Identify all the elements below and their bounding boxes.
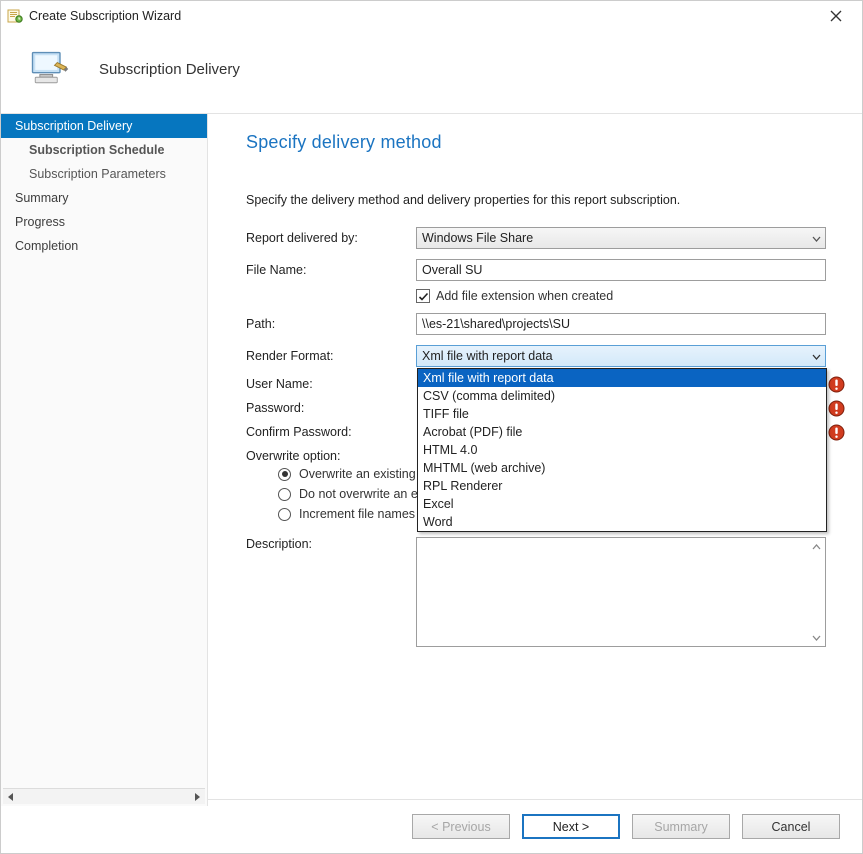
window-title: Create Subscription Wizard [29, 9, 818, 23]
step-completion[interactable]: Completion [1, 234, 207, 258]
close-icon [830, 10, 842, 22]
render-format-list: Xml file with report data CSV (comma del… [417, 368, 827, 532]
step-summary[interactable]: Summary [1, 186, 207, 210]
scroll-down-icon[interactable] [809, 630, 824, 645]
scroll-left-icon[interactable] [3, 790, 19, 804]
scroll-right-icon[interactable] [189, 790, 205, 804]
file-name-value: Overall SU [422, 263, 482, 277]
wizard-steps: Subscription Delivery Subscription Sched… [1, 114, 208, 806]
render-format-option[interactable]: Excel [418, 495, 826, 513]
label-description: Description: [246, 537, 416, 551]
summary-button: Summary [632, 814, 730, 839]
section-instructions: Specify the delivery method and delivery… [246, 193, 836, 207]
render-format-option[interactable]: Acrobat (PDF) file [418, 423, 826, 441]
check-icon [418, 291, 429, 302]
radio-overwrite-newer[interactable] [278, 468, 291, 481]
scroll-up-icon[interactable] [809, 539, 824, 554]
wizard-content: Specify delivery method Specify the deli… [208, 114, 862, 806]
add-extension-label: Add file extension when created [436, 289, 613, 303]
add-extension-checkbox[interactable] [416, 289, 430, 303]
step-subscription-schedule[interactable]: Subscription Schedule [1, 138, 207, 162]
cancel-button[interactable]: Cancel [742, 814, 840, 839]
wizard-icon [27, 47, 71, 91]
step-progress[interactable]: Progress [1, 210, 207, 234]
chevron-down-icon [812, 349, 821, 363]
label-user-name: User Name: [246, 377, 416, 391]
previous-button: < Previous [412, 814, 510, 839]
render-format-dropdown[interactable]: Xml file with report data Xml file with … [416, 345, 826, 367]
path-input[interactable]: \\es-21\shared\projects\SU [416, 313, 826, 335]
label-confirm-password: Confirm Password: [246, 425, 416, 439]
render-format-option[interactable]: CSV (comma delimited) [418, 387, 826, 405]
section-title: Specify delivery method [246, 132, 836, 153]
radio-no-overwrite[interactable] [278, 488, 291, 501]
radio-increment[interactable] [278, 508, 291, 521]
label-overwrite-option: Overwrite option: [246, 449, 340, 463]
render-format-option[interactable]: HTML 4.0 [418, 441, 826, 459]
wizard-header-title: Subscription Delivery [99, 61, 240, 78]
description-input[interactable] [416, 537, 826, 647]
chevron-down-icon [812, 231, 821, 245]
path-value: \\es-21\shared\projects\SU [422, 317, 570, 331]
file-name-input[interactable]: Overall SU [416, 259, 826, 281]
render-format-option[interactable]: Word [418, 513, 826, 531]
error-icon [828, 376, 845, 393]
render-format-option[interactable]: Xml file with report data [418, 369, 826, 387]
error-icon [828, 424, 845, 441]
render-format-option[interactable]: TIFF file [418, 405, 826, 423]
label-file-name: File Name: [246, 263, 416, 277]
wizard-header: Subscription Delivery [1, 31, 862, 114]
step-subscription-parameters[interactable]: Subscription Parameters [1, 162, 207, 186]
render-format-option[interactable]: MHTML (web archive) [418, 459, 826, 477]
error-icon [828, 400, 845, 417]
label-render-format: Render Format: [246, 349, 416, 363]
report-delivered-by-value: Windows File Share [422, 231, 533, 245]
titlebar: Create Subscription Wizard [1, 1, 862, 31]
label-report-delivered-by: Report delivered by: [246, 231, 416, 245]
report-delivered-by-dropdown[interactable]: Windows File Share [416, 227, 826, 249]
app-icon [7, 8, 23, 24]
next-button[interactable]: Next > [522, 814, 620, 839]
wizard-footer: < Previous Next > Summary Cancel [208, 799, 862, 853]
label-password: Password: [246, 401, 416, 415]
step-subscription-delivery[interactable]: Subscription Delivery [1, 114, 207, 138]
sidebar-scrollbar[interactable] [3, 788, 205, 804]
label-path: Path: [246, 317, 416, 331]
close-button[interactable] [818, 4, 854, 28]
render-format-option[interactable]: RPL Renderer [418, 477, 826, 495]
render-format-value: Xml file with report data [422, 349, 553, 363]
